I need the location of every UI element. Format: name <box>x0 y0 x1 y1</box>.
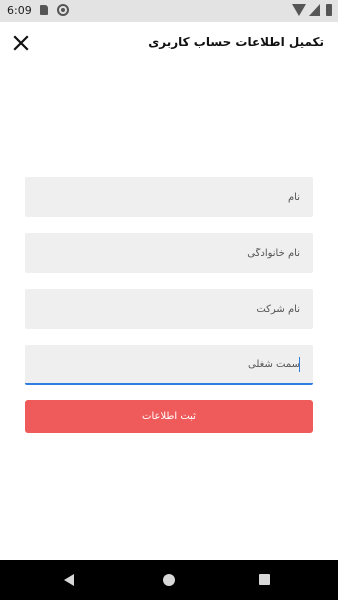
wifi-icon <box>292 4 306 16</box>
last-name-input[interactable] <box>25 233 313 273</box>
back-icon[interactable] <box>64 574 74 586</box>
close-icon <box>13 35 29 51</box>
cell-signal-icon <box>309 4 320 16</box>
close-button[interactable] <box>8 30 34 56</box>
recents-icon[interactable] <box>259 574 270 585</box>
status-time: 6:09 <box>7 4 32 17</box>
first-name-input[interactable] <box>25 177 313 217</box>
first-name-field-container <box>25 177 313 217</box>
job-title-input[interactable] <box>25 345 313 383</box>
company-name-input[interactable] <box>25 289 313 329</box>
last-name-field-container <box>25 233 313 273</box>
job-title-field-container <box>25 345 313 385</box>
app-bar: تکمیل اطلاعات حساب کاربری <box>0 22 338 66</box>
company-name-field-container <box>25 289 313 329</box>
navigation-bar <box>0 560 338 600</box>
sim-card-icon <box>40 5 48 15</box>
page-title: تکمیل اطلاعات حساب کاربری <box>148 35 324 49</box>
home-icon[interactable] <box>163 574 175 586</box>
data-saver-icon <box>57 4 69 16</box>
battery-icon <box>326 4 332 16</box>
status-bar: 6:09 <box>0 0 338 22</box>
submit-button[interactable]: ثبت اطلاعات <box>25 400 313 433</box>
